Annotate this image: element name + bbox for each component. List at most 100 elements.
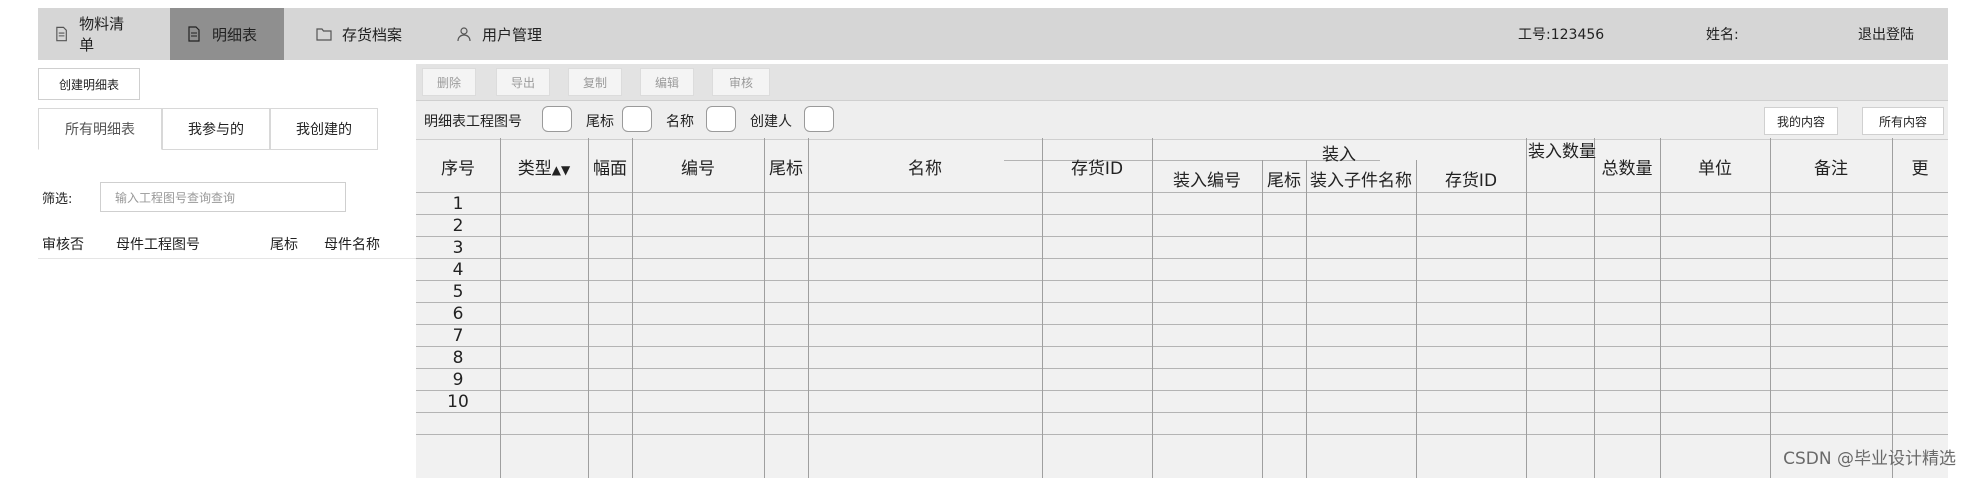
col-header-unit[interactable]: 单位 bbox=[1660, 154, 1770, 179]
col-header-assembly-qty[interactable]: 装入数量 bbox=[1526, 140, 1596, 164]
table-col-line bbox=[500, 138, 501, 478]
col-header-inventory-id[interactable]: 存货ID bbox=[1042, 154, 1152, 179]
delete-button[interactable]: 删除 bbox=[422, 68, 476, 96]
table-divider bbox=[416, 412, 1948, 413]
table-col-line bbox=[1306, 160, 1307, 478]
filter-input[interactable]: 输入工程图号查询查询 bbox=[100, 182, 346, 212]
toolbar: 删除 导出 复制 编辑 审核 bbox=[416, 64, 1948, 100]
col-header-assembly-child-name[interactable]: 装入子件名称 bbox=[1306, 166, 1416, 191]
nav-tab-label: 物料清单 bbox=[79, 15, 125, 54]
sort-icon[interactable]: ▲▼ bbox=[552, 163, 570, 177]
row-number: 2 bbox=[452, 216, 464, 236]
edit-button[interactable]: 编辑 bbox=[640, 68, 694, 96]
table-col-line bbox=[1262, 160, 1263, 478]
col-header-note[interactable]: 备注 bbox=[1770, 154, 1892, 179]
filter-creator-input[interactable] bbox=[804, 106, 834, 132]
main-area: 删除 导出 复制 编辑 审核 明细表工程图号 尾标 名称 创建人 我的内容 所有… bbox=[416, 64, 1948, 478]
table-divider bbox=[416, 214, 1948, 215]
left-panel: 创建明细表 所有明细表 我参与的 我创建的 筛选: 输入工程图号查询查询 审核否… bbox=[38, 64, 416, 478]
filter-drawing-no-label: 明细表工程图号 bbox=[424, 114, 522, 130]
filter-label: 筛选: bbox=[42, 192, 73, 207]
row-number: 10 bbox=[447, 392, 469, 412]
review-button[interactable]: 审核 bbox=[712, 68, 770, 96]
table-col-line bbox=[1594, 138, 1595, 478]
detail-table: 序号 类型▲▼ 幅面 编号 尾标 名称 存货ID 装入 装入编号 尾标 装入子件… bbox=[416, 138, 1948, 478]
col-reviewed: 审核否 bbox=[42, 237, 84, 253]
table-divider bbox=[416, 434, 1948, 435]
filter-tail-label: 尾标 bbox=[586, 114, 614, 130]
table-divider bbox=[416, 258, 1948, 259]
table-col-line bbox=[1526, 138, 1527, 478]
table-divider bbox=[416, 192, 1948, 193]
employee-id: 工号:123456 bbox=[1518, 27, 1605, 43]
tab-created-by-me[interactable]: 我创建的 bbox=[270, 108, 378, 150]
filter-tail-input[interactable] bbox=[622, 106, 652, 132]
nav-tab-detail[interactable]: 明细表 bbox=[170, 8, 284, 60]
user-name-label: 姓名: bbox=[1706, 27, 1739, 43]
row-number: 5 bbox=[452, 282, 464, 302]
col-group-assembly: 装入 bbox=[1322, 145, 1356, 165]
col-header-type[interactable]: 类型▲▼ bbox=[500, 154, 588, 179]
my-content-button[interactable]: 我的内容 bbox=[1764, 107, 1838, 135]
export-button[interactable]: 导出 bbox=[496, 68, 550, 96]
col-header-assembly-tail[interactable]: 尾标 bbox=[1262, 166, 1306, 191]
table-col-line bbox=[1770, 138, 1771, 478]
tab-all-details[interactable]: 所有明细表 bbox=[38, 108, 162, 150]
filter-bar: 明细表工程图号 尾标 名称 创建人 我的内容 所有内容 bbox=[416, 100, 1948, 140]
row-number: 1 bbox=[452, 194, 464, 214]
row-number: 9 bbox=[452, 370, 464, 390]
tab-participated[interactable]: 我参与的 bbox=[162, 108, 270, 150]
create-detail-button[interactable]: 创建明细表 bbox=[38, 68, 140, 100]
row-number: 3 bbox=[452, 238, 464, 258]
nav-tab-label: 用户管理 bbox=[482, 25, 543, 44]
col-parent-drawing-no: 母件工程图号 bbox=[116, 237, 200, 253]
table-divider bbox=[416, 280, 1948, 281]
nav-tab-label: 存货档案 bbox=[342, 25, 403, 44]
logout-link[interactable]: 退出登陆 bbox=[1858, 8, 1914, 60]
table-col-line bbox=[1660, 138, 1661, 478]
table-col-line bbox=[632, 138, 633, 478]
table-col-line bbox=[1042, 138, 1043, 478]
col-header-code[interactable]: 编号 bbox=[632, 154, 764, 179]
table-divider bbox=[416, 390, 1948, 391]
top-nav: 物料清单 明细表 存货档案 用户管理 工号:123456 姓名: 退出登陆 bbox=[38, 8, 1948, 60]
table-col-line bbox=[764, 138, 765, 478]
left-list-header: 审核否 母件工程图号 尾标 母件名称 bbox=[38, 226, 416, 259]
table-col-line bbox=[588, 138, 589, 478]
col-header-assembly-inventory-id[interactable]: 存货ID bbox=[1416, 166, 1526, 191]
nav-tab-users[interactable]: 用户管理 bbox=[440, 8, 570, 60]
document-icon bbox=[188, 26, 200, 42]
filter-creator-label: 创建人 bbox=[750, 114, 792, 130]
table-divider bbox=[416, 346, 1948, 347]
col-header-more[interactable]: 更 bbox=[1892, 154, 1948, 179]
folder-icon bbox=[316, 28, 332, 41]
copy-button[interactable]: 复制 bbox=[568, 68, 622, 96]
table-col-line bbox=[808, 138, 809, 478]
col-header-assembly-code[interactable]: 装入编号 bbox=[1152, 166, 1262, 191]
nav-tab-material-list[interactable]: 物料清单 bbox=[38, 8, 152, 60]
table-col-line bbox=[1416, 160, 1417, 478]
table-divider bbox=[416, 368, 1948, 369]
table-divider bbox=[416, 324, 1948, 325]
nav-tab-inventory[interactable]: 存货档案 bbox=[300, 8, 430, 60]
nav-tab-label: 明细表 bbox=[212, 25, 258, 44]
all-content-button[interactable]: 所有内容 bbox=[1862, 107, 1944, 135]
col-header-tail[interactable]: 尾标 bbox=[764, 154, 808, 179]
document-icon bbox=[56, 26, 67, 42]
col-header-total-qty[interactable]: 总数量 bbox=[1594, 154, 1660, 179]
col-tail: 尾标 bbox=[270, 237, 298, 253]
col-header-type-label: 类型 bbox=[517, 159, 552, 179]
filter-name-label: 名称 bbox=[666, 114, 694, 130]
filter-name-input[interactable] bbox=[706, 106, 736, 132]
col-header-name[interactable]: 名称 bbox=[808, 154, 1042, 179]
row-number: 8 bbox=[452, 348, 464, 368]
table-divider bbox=[416, 236, 1948, 237]
watermark: CSDN @毕业设计精选 bbox=[1783, 449, 1956, 469]
left-tabs: 所有明细表 我参与的 我创建的 bbox=[38, 108, 378, 150]
col-header-size[interactable]: 幅面 bbox=[588, 154, 632, 179]
table-col-line bbox=[1892, 138, 1893, 478]
col-header-seq[interactable]: 序号 bbox=[416, 154, 500, 179]
col-parent-name: 母件名称 bbox=[324, 237, 380, 253]
user-icon bbox=[457, 27, 471, 42]
filter-drawing-no-input[interactable] bbox=[542, 106, 572, 132]
